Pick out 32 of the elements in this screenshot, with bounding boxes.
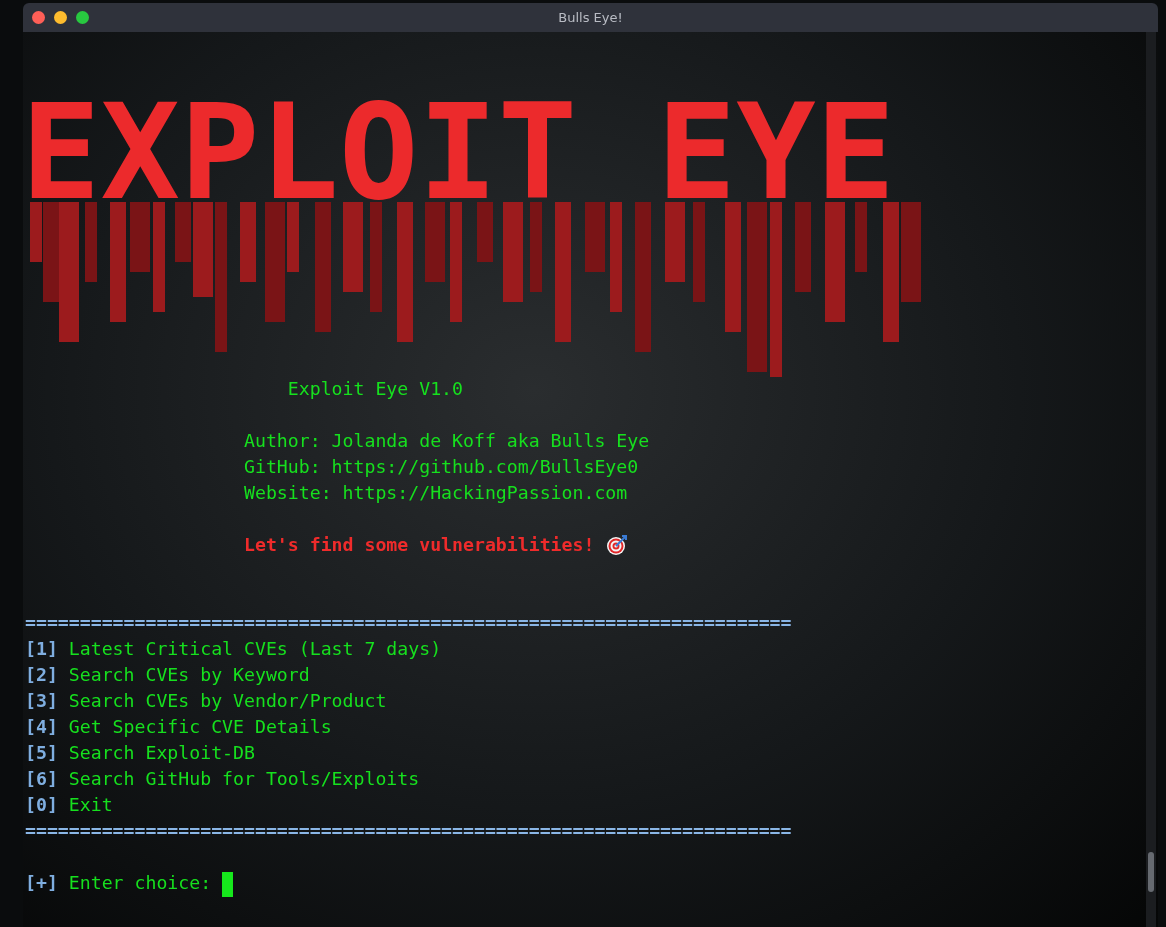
menu-key: [2] [25, 664, 58, 685]
menu-key: [5] [25, 742, 58, 763]
window-title: Bulls Eye! [558, 10, 623, 25]
prompt-text: Enter choice: [68, 872, 212, 893]
text-cursor [222, 871, 234, 897]
menu-option[interactable]: Get Specific CVE Details [68, 716, 332, 737]
menu-option[interactable]: Search Exploit-DB [68, 742, 255, 763]
menu-key: [3] [25, 690, 58, 711]
menu-option[interactable]: Search CVEs by Vendor/Product [68, 690, 387, 711]
menu-option[interactable]: Search CVEs by Keyword [68, 664, 310, 685]
scrollbar-thumb[interactable] [1148, 852, 1154, 892]
banner-logo: EXPLOIT EYE [21, 82, 896, 222]
separator-line: ====================================================================== [25, 819, 793, 843]
close-button[interactable] [32, 11, 45, 24]
menu-option[interactable]: Exit [68, 794, 113, 815]
menu-key: [4] [25, 716, 58, 737]
tagline-text: Let's find some vulnerabilities! [244, 533, 595, 557]
info-line: GitHub: https://github.com/BullsEye0 [243, 455, 640, 479]
info-line: Website: https://HackingPassion.com [243, 481, 629, 505]
menu-option[interactable]: Search GitHub for Tools/Exploits [68, 768, 420, 789]
minimize-button[interactable] [54, 11, 67, 24]
prompt-marker: [+] [25, 872, 58, 893]
scrollbar[interactable] [1146, 32, 1156, 927]
menu-option[interactable]: Latest Critical CVEs (Last 7 days) [68, 638, 442, 659]
info-line: Author: Jolanda de Koff aka Bulls Eye [243, 429, 651, 453]
target-icon [606, 534, 629, 556]
menu-key: [1] [25, 638, 58, 659]
version-text: Exploit Eye V1.0 [286, 377, 464, 401]
separator-line: ====================================================================== [25, 611, 793, 635]
zoom-button[interactable] [76, 11, 89, 24]
menu-key: [0] [25, 794, 58, 815]
menu-key: [6] [25, 768, 58, 789]
